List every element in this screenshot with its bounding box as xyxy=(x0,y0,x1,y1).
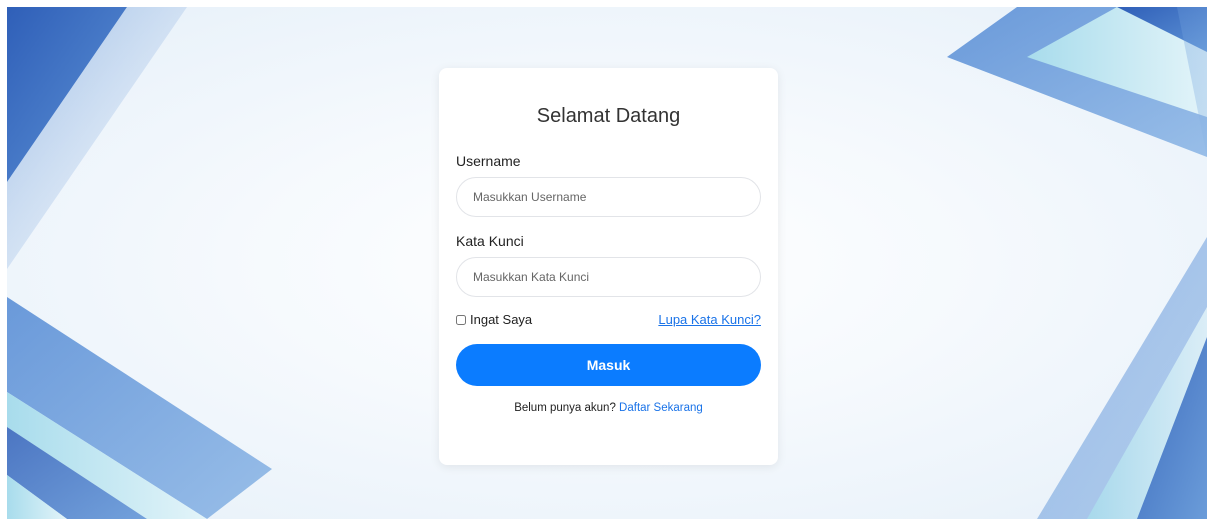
login-card: Selamat Datang Username Kata Kunci Ingat… xyxy=(439,68,778,465)
login-page-background: Selamat Datang Username Kata Kunci Ingat… xyxy=(7,7,1207,519)
forgot-password-link[interactable]: Lupa Kata Kunci? xyxy=(658,312,761,327)
login-submit-button[interactable]: Masuk xyxy=(456,344,761,386)
register-prompt-text: Belum punya akun? xyxy=(514,402,616,414)
username-label: Username xyxy=(456,153,521,169)
username-input[interactable] xyxy=(456,177,761,217)
remember-me-checkbox[interactable] xyxy=(456,314,466,325)
password-input[interactable] xyxy=(456,257,761,297)
register-prompt: Belum punya akun? Daftar Sekarang xyxy=(439,402,778,414)
login-title: Selamat Datang xyxy=(536,105,681,127)
register-link[interactable]: Daftar Sekarang xyxy=(619,402,703,414)
remember-me-option[interactable]: Ingat Saya xyxy=(456,312,532,327)
remember-me-label: Ingat Saya xyxy=(470,312,533,327)
password-label: Kata Kunci xyxy=(456,233,524,249)
